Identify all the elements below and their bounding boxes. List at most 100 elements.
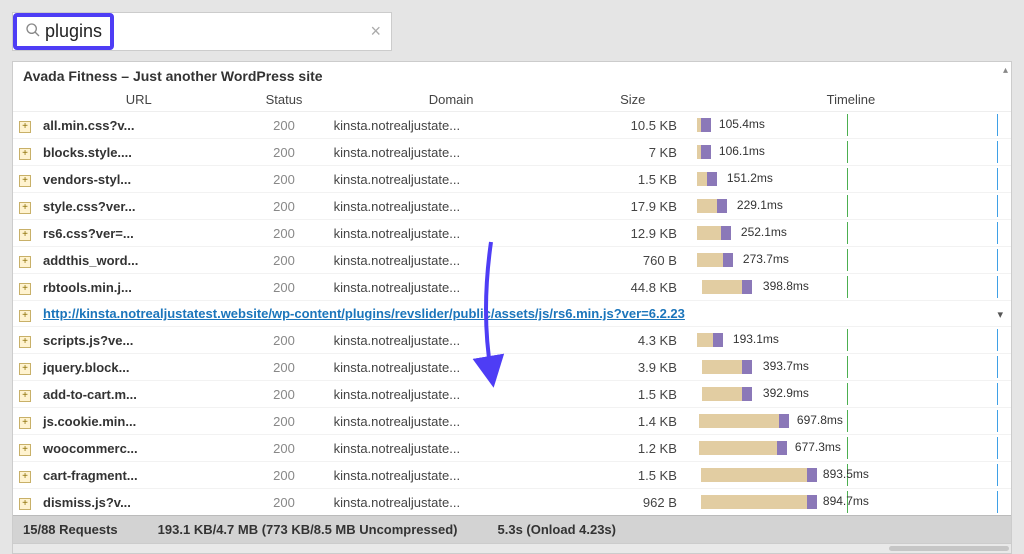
summary-size: 193.1 KB/4.7 MB (773 KB/8.5 MB Uncompres… [158, 522, 458, 537]
scroll-up-indicator[interactable]: ▴ [1003, 65, 1008, 76]
cell-timeline: 894.7ms [691, 489, 1011, 516]
search-bar[interactable]: plugins × [12, 12, 392, 51]
cell-url: all.min.css?v... [37, 112, 240, 139]
cell-domain: kinsta.notrealjustate... [328, 247, 575, 274]
cell-size: 760 B [575, 247, 691, 274]
table-row[interactable]: +rs6.css?ver=...200kinsta.notrealjustate… [13, 220, 1011, 247]
table-row[interactable]: +cart-fragment...200kinsta.notrealjustat… [13, 462, 1011, 489]
cell-size: 7 KB [575, 139, 691, 166]
col-status[interactable]: Status [240, 88, 327, 112]
timeline-label: 273.7ms [743, 252, 789, 266]
request-full-url-link[interactable]: http://kinsta.notrealjustatest.website/w… [43, 306, 685, 321]
expand-icon[interactable]: + [19, 256, 31, 268]
timeline-label: 392.9ms [763, 386, 809, 400]
cell-status: 200 [240, 193, 327, 220]
cell-domain: kinsta.notrealjustate... [328, 327, 575, 354]
summary-requests: 15/88 Requests [23, 522, 118, 537]
cell-domain: kinsta.notrealjustate... [328, 139, 575, 166]
cell-status: 200 [240, 354, 327, 381]
chevron-down-icon[interactable]: ▾ [997, 309, 1003, 321]
cell-status: 200 [240, 462, 327, 489]
timeline-label: 393.7ms [763, 359, 809, 373]
cell-domain: kinsta.notrealjustate... [328, 166, 575, 193]
cell-size: 4.3 KB [575, 327, 691, 354]
expand-icon[interactable]: + [19, 175, 31, 187]
table-row[interactable]: +jquery.block...200kinsta.notrealjustate… [13, 354, 1011, 381]
page-title: Avada Fitness – Just another WordPress s… [13, 62, 1011, 88]
table-row[interactable]: +scripts.js?ve...200kinsta.notrealjustat… [13, 327, 1011, 354]
cell-url: cart-fragment... [37, 462, 240, 489]
cell-timeline: 106.1ms [691, 139, 1011, 166]
clear-search-button[interactable]: × [370, 21, 381, 42]
timeline-label: 677.3ms [795, 440, 841, 454]
cell-status: 200 [240, 408, 327, 435]
cell-status: 200 [240, 274, 327, 301]
expanded-url-row[interactable]: + http://kinsta.notrealjustatest.website… [13, 301, 1011, 327]
cell-domain: kinsta.notrealjustate... [328, 193, 575, 220]
table-row[interactable]: +all.min.css?v...200kinsta.notrealjustat… [13, 112, 1011, 139]
timeline-label: 229.1ms [737, 198, 783, 212]
cell-url: vendors-styl... [37, 166, 240, 193]
horizontal-scrollbar[interactable] [13, 543, 1011, 553]
table-row[interactable]: + js.cookie.min...200kinsta.notrealjustat… [13, 408, 1011, 435]
expand-icon[interactable]: + [19, 444, 31, 456]
expand-icon[interactable]: + [19, 148, 31, 160]
col-timeline[interactable]: Timeline [691, 88, 1011, 112]
cell-status: 200 [240, 166, 327, 193]
cell-url: js.cookie.min... [37, 408, 240, 435]
table-row[interactable]: + woocommerc...200kinsta.notrealjustate..… [13, 435, 1011, 462]
expand-icon[interactable]: + [19, 202, 31, 214]
timeline-label: 398.8ms [763, 279, 809, 293]
cell-timeline: 229.1ms [691, 193, 1011, 220]
table-row[interactable]: +blocks.style....200kinsta.notrealjustat… [13, 139, 1011, 166]
timeline-label: 106.1ms [719, 144, 765, 158]
cell-domain: kinsta.notrealjustate... [328, 489, 575, 516]
table-row[interactable]: + style.css?ver...200kinsta.notrealjustat… [13, 193, 1011, 220]
cell-size: 962 B [575, 489, 691, 516]
cell-status: 200 [240, 220, 327, 247]
cell-timeline: 697.8ms [691, 408, 1011, 435]
summary-bar: 15/88 Requests 193.1 KB/4.7 MB (773 KB/8… [13, 515, 1011, 543]
timeline-label: 193.1ms [733, 332, 779, 346]
cell-timeline: 392.9ms [691, 381, 1011, 408]
search-input[interactable]: plugins [45, 21, 102, 42]
cell-url: scripts.js?ve... [37, 327, 240, 354]
cell-url: rs6.css?ver=... [37, 220, 240, 247]
col-size[interactable]: Size [575, 88, 691, 112]
expand-icon[interactable]: + [19, 229, 31, 241]
expand-icon[interactable]: + [19, 121, 31, 133]
cell-domain: kinsta.notrealjustate... [328, 435, 575, 462]
table-row[interactable]: +add-to-cart.m...200kinsta.notrealjustat… [13, 381, 1011, 408]
table-row[interactable]: +rbtools.min.j...200kinsta.notrealjustat… [13, 274, 1011, 301]
table-row[interactable]: +addthis_word...200kinsta.notrealjustate… [13, 247, 1011, 274]
expand-icon[interactable]: + [19, 336, 31, 348]
expand-icon[interactable]: + [19, 283, 31, 295]
cell-size: 1.5 KB [575, 166, 691, 193]
summary-time: 5.3s (Onload 4.23s) [498, 522, 617, 537]
col-url[interactable]: URL [37, 88, 240, 112]
table-row[interactable]: +dismiss.js?v...200kinsta.notrealjustate… [13, 489, 1011, 516]
col-domain[interactable]: Domain [328, 88, 575, 112]
cell-url: add-to-cart.m... [37, 381, 240, 408]
cell-url: woocommerc... [37, 435, 240, 462]
expand-icon[interactable]: + [19, 498, 31, 510]
expand-icon[interactable]: + [19, 417, 31, 429]
cell-url: style.css?ver... [37, 193, 240, 220]
cell-timeline: 252.1ms [691, 220, 1011, 247]
expand-icon[interactable]: + [19, 363, 31, 375]
timeline-label: 893.5ms [823, 467, 869, 481]
cell-size: 1.5 KB [575, 462, 691, 489]
expand-icon[interactable]: + [19, 390, 31, 402]
expand-icon[interactable]: + [19, 471, 31, 483]
cell-status: 200 [240, 112, 327, 139]
requests-table: URL Status Domain Size Timeline + all.min… [13, 88, 1011, 515]
table-row[interactable]: + vendors-styl...200kinsta.notrealjustate… [13, 166, 1011, 193]
cell-status: 200 [240, 489, 327, 516]
cell-timeline: 193.1ms [691, 327, 1011, 354]
cell-timeline: 151.2ms [691, 166, 1011, 193]
expand-icon[interactable]: + [19, 310, 31, 322]
cell-domain: kinsta.notrealjustate... [328, 408, 575, 435]
cell-url: jquery.block... [37, 354, 240, 381]
cell-status: 200 [240, 435, 327, 462]
cell-url: blocks.style.... [37, 139, 240, 166]
